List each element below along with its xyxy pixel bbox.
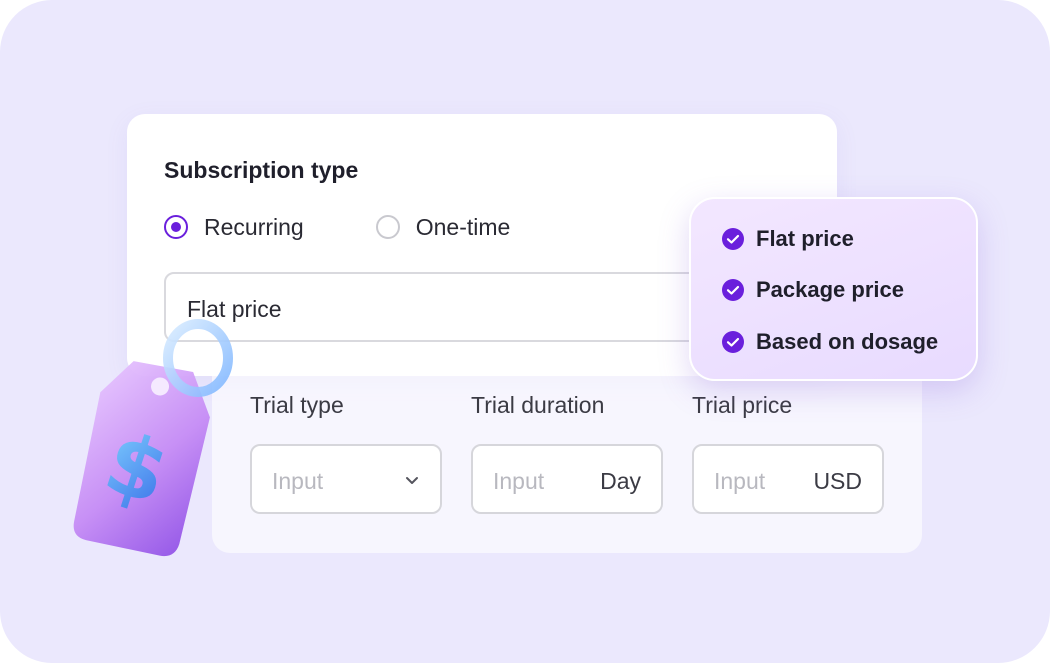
trial-type-placeholder: Input (272, 468, 324, 494)
price-option-label: Flat price (756, 226, 854, 251)
trial-type-select[interactable]: Input (250, 444, 442, 514)
radio-checked-icon[interactable] (164, 215, 188, 239)
chevron-down-icon[interactable] (402, 470, 422, 490)
check-circle-icon (722, 279, 744, 301)
trial-card: Trial type Trial duration Trial price In… (212, 376, 922, 553)
radio-label-recurring: Recurring (204, 213, 304, 240)
price-option-label: Package price (756, 277, 904, 302)
radio-label-one-time: One-time (415, 213, 511, 240)
price-option-flat[interactable]: Flat price (721, 226, 854, 252)
subscription-type-title: Subscription type (164, 157, 359, 183)
price-option-dosage[interactable]: Based on dosage (721, 329, 938, 355)
trial-duration-unit: Day (600, 468, 641, 494)
subscription-type-radio-group: Recurring One-time (164, 212, 582, 242)
radio-option-recurring[interactable]: Recurring (164, 214, 304, 241)
trial-price-unit: USD (813, 468, 862, 494)
price-option-package[interactable]: Package price (721, 277, 904, 303)
trial-price-input[interactable]: Input USD (692, 444, 884, 514)
canvas: Subscription type Recurring One-time Fla… (0, 0, 1050, 663)
trial-price-label: Trial price (692, 392, 793, 418)
check-circle-icon (722, 228, 744, 250)
check-circle-icon (722, 331, 744, 353)
trial-price-placeholder: Input (714, 468, 766, 494)
price-tag-dollar-icon: $ (73, 319, 233, 557)
price-option-label: Based on dosage (756, 329, 939, 354)
trial-duration-label: Trial duration (471, 392, 605, 418)
radio-option-one-time[interactable]: One-time (375, 213, 511, 241)
trial-duration-placeholder: Input (493, 468, 545, 494)
price-options-dropdown: Flat price Package price Based on dosage (689, 197, 978, 381)
trial-duration-input[interactable]: Input Day (471, 444, 663, 514)
trial-type-label: Trial type (250, 392, 344, 418)
radio-unchecked-icon[interactable] (375, 215, 400, 239)
